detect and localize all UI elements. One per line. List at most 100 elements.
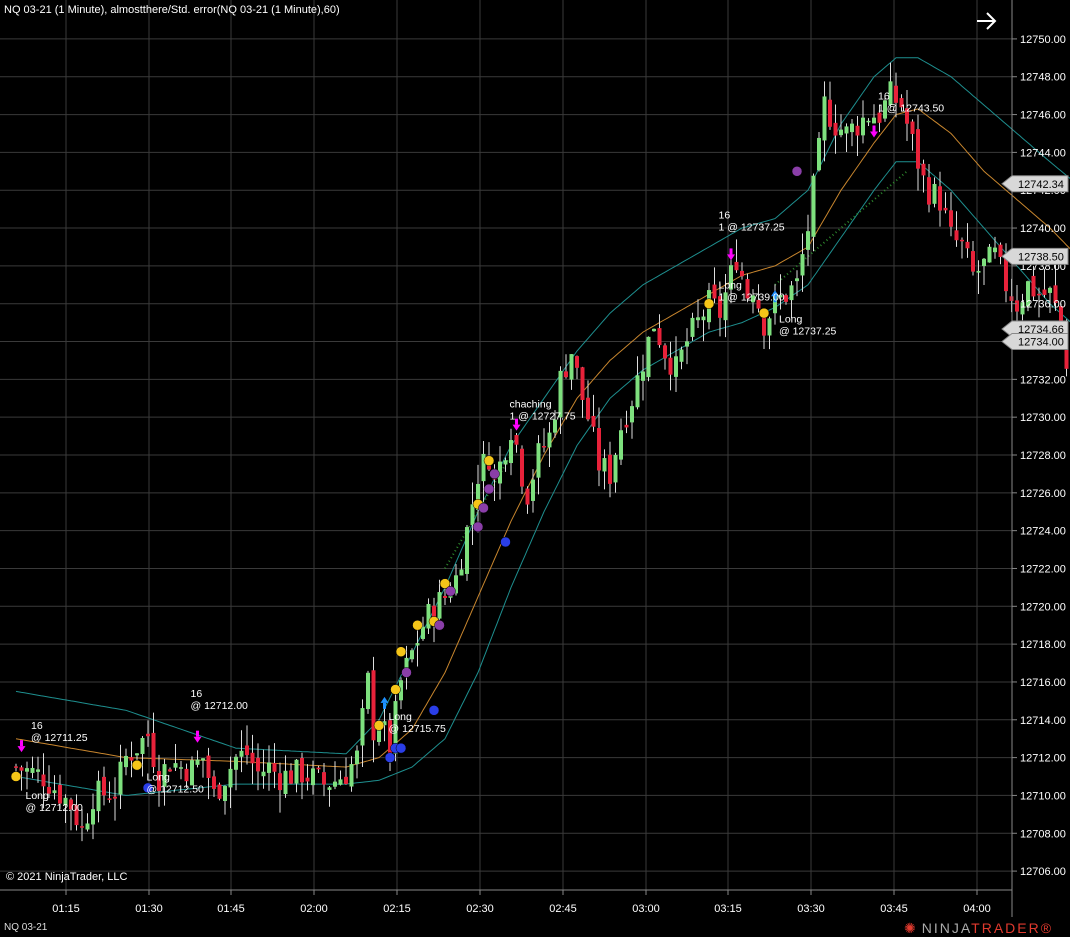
candle-down: [102, 776, 106, 796]
price-marker-label: 12734.00: [1018, 337, 1064, 349]
signal-dot-yellow: [758, 307, 770, 319]
trade-label: @ 12712.50: [147, 783, 205, 795]
signal-dot-purple: [478, 502, 489, 514]
candle-up: [366, 672, 370, 710]
price-tick-label: 12726.00: [1020, 488, 1066, 500]
candle-down: [960, 239, 964, 242]
signal-dot-purple: [489, 468, 500, 480]
time-axis[interactable]: 01:15 01:30 01:45 02:00 02:15 02:30 02:45 03:00…: [0, 889, 1012, 915]
trade-label: 16: [191, 688, 203, 700]
price-marker: 12738.50: [1001, 247, 1069, 265]
candle-down: [305, 777, 310, 782]
price-tick-label: 12740.00: [1020, 223, 1066, 235]
candle-up: [234, 756, 238, 770]
candle-down: [206, 755, 211, 778]
price-tick-label: 12722.00: [1020, 563, 1066, 575]
candle-down: [921, 163, 926, 176]
candle-down: [146, 733, 150, 737]
candle-up: [190, 760, 194, 786]
price-tick-label: 12746.00: [1020, 110, 1066, 122]
candle-up: [619, 430, 623, 460]
signal-dot-yellow: [703, 298, 715, 309]
candle-up: [795, 278, 799, 282]
candle-up: [701, 316, 706, 321]
candle-up: [932, 183, 937, 204]
candle-down: [113, 796, 117, 799]
price-chart[interactable]: 16@ 12711.25Long@ 12712.0016@ 12712.00Lo…: [0, 0, 1070, 937]
instrument-tab[interactable]: NQ 03-21: [4, 922, 47, 933]
candle-up: [679, 349, 684, 362]
candle-up: [52, 790, 57, 794]
time-tick-label: 01:45: [217, 903, 245, 915]
signal-dot-yellow: [10, 771, 22, 782]
up-arrow-icon: [380, 696, 389, 709]
time-tick-label: 01:15: [52, 903, 80, 915]
candle-down: [597, 428, 601, 471]
price-tick-label: 12730.00: [1020, 412, 1066, 424]
time-tick-label: 04:00: [963, 903, 991, 915]
candle-down: [943, 207, 948, 211]
candle-up: [641, 371, 645, 381]
signal-dot-purple: [401, 667, 412, 678]
candle-down: [927, 177, 931, 205]
candle-down: [80, 826, 84, 828]
price-tick-label: 12718.00: [1020, 639, 1066, 651]
candle-down: [894, 85, 898, 103]
candle-up: [195, 759, 200, 765]
candle-down: [580, 367, 585, 400]
indicator-bands: [15, 57, 1070, 796]
candle-up: [602, 458, 607, 472]
candle-up: [36, 769, 40, 772]
candle-up: [861, 117, 865, 136]
candle-down: [107, 798, 112, 800]
candle-up: [415, 643, 420, 646]
price-tick-label: 12724.00: [1020, 526, 1066, 538]
right-arrow-icon[interactable]: [974, 8, 1000, 34]
copyright-text: © 2021 NinjaTrader, LLC: [6, 871, 128, 883]
candle-up: [349, 764, 354, 787]
trade-annotations: 16@ 12711.25Long@ 12712.0016@ 12712.00Lo…: [26, 90, 945, 814]
price-tick-label: 12732.00: [1020, 374, 1066, 386]
candle-down: [855, 125, 860, 136]
signal-dot-purple: [483, 483, 495, 495]
candle-down: [184, 768, 189, 782]
trade-label: @ 12711.25: [31, 732, 88, 744]
candle-down: [586, 397, 590, 420]
candle-up: [987, 246, 992, 263]
candle-up: [613, 454, 618, 483]
price-tick-label: 12728.00: [1020, 450, 1066, 462]
candle-up: [844, 126, 849, 134]
brand-right: TRADER: [971, 920, 1041, 936]
candle-down: [371, 670, 376, 741]
price-tick-label: 12750.00: [1020, 34, 1066, 46]
candle-down: [443, 595, 447, 598]
candle-down: [520, 448, 524, 487]
candle-up: [547, 432, 552, 448]
candle-down: [256, 757, 260, 772]
price-marker-label: 12738.50: [1018, 251, 1064, 263]
signal-dot-yellow: [412, 619, 423, 631]
trade-label: Long: [147, 771, 171, 783]
time-tick-label: 03:15: [714, 903, 742, 915]
candle-up: [850, 123, 854, 133]
price-marker: 12734.00: [1001, 333, 1069, 351]
candle-down: [591, 415, 596, 427]
candle-up: [800, 254, 805, 276]
price-tick-label: 12706.00: [1020, 866, 1066, 878]
time-tick-label: 01:30: [135, 903, 163, 915]
candle-down: [971, 251, 975, 272]
candle-up: [239, 750, 244, 757]
candle-down: [272, 763, 277, 772]
candle-down: [250, 752, 255, 764]
price-tick-label: 12744.00: [1020, 147, 1066, 159]
candle-down: [910, 121, 915, 134]
candle-up: [817, 137, 821, 171]
candle-down: [19, 767, 24, 771]
price-axis[interactable]: 12750.0012748.0012746.0012744.0012742.00…: [1011, 0, 1066, 917]
candle-up: [311, 768, 315, 786]
candle-up: [173, 763, 178, 768]
candle-down: [657, 328, 662, 346]
candle-down: [41, 774, 46, 787]
price-tick-label: 12712.00: [1020, 753, 1066, 765]
signal-dot-yellow: [395, 646, 407, 657]
